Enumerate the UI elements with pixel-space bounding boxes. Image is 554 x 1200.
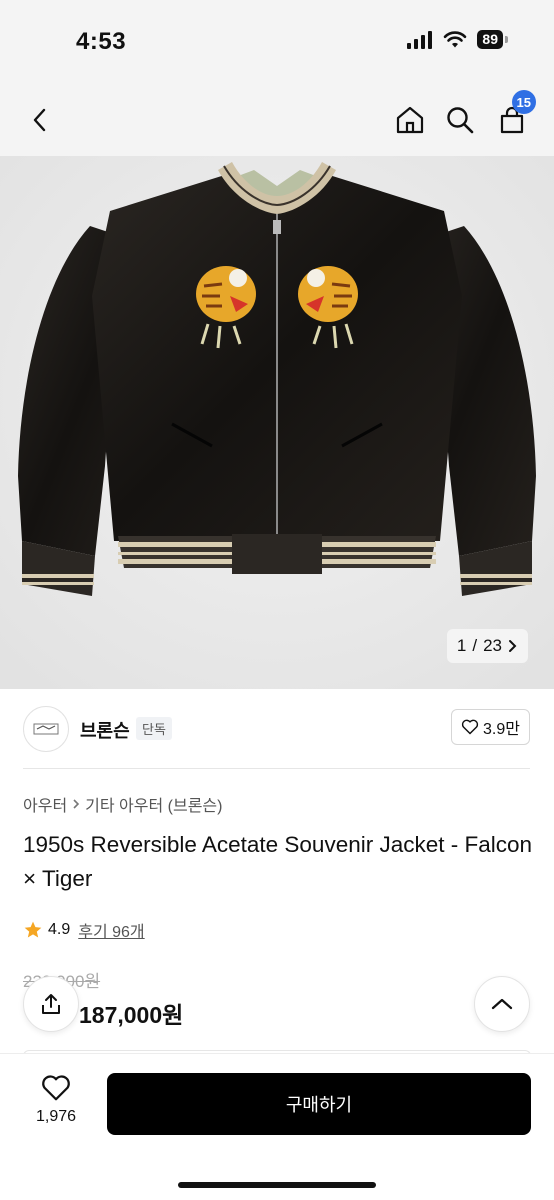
divider xyxy=(23,768,530,769)
image-separator: / xyxy=(472,636,478,655)
brand-like-count: 3.9만 xyxy=(483,721,520,738)
brand-logo[interactable] xyxy=(23,706,69,752)
home-button[interactable] xyxy=(392,102,428,138)
scroll-to-top-button[interactable] xyxy=(474,976,530,1032)
status-time: 4:53 xyxy=(76,28,127,55)
bottom-purchase-bar: 1,976 구매하기 xyxy=(0,1054,554,1200)
heart-icon xyxy=(42,1075,70,1101)
product-photo xyxy=(0,156,554,689)
image-index: 1 xyxy=(456,636,467,655)
product-title: 1950s Reversible Acetate Souvenir Jacket… xyxy=(23,832,533,891)
search-button[interactable] xyxy=(442,102,478,138)
review-count-link[interactable]: 후기 96개 xyxy=(78,918,144,942)
chevron-left-icon xyxy=(33,108,46,132)
brand-name[interactable]: 브론슨 xyxy=(80,717,130,743)
home-indicator xyxy=(178,1182,376,1188)
share-icon xyxy=(42,994,60,1014)
search-icon xyxy=(447,107,474,134)
chevron-up-icon xyxy=(491,998,513,1010)
exclusive-badge: 단독 xyxy=(136,717,172,740)
breadcrumb-category[interactable]: 아우터 xyxy=(23,792,67,816)
battery-icon: 89 xyxy=(477,30,508,49)
back-button[interactable] xyxy=(22,102,58,138)
status-icons: 89 xyxy=(407,30,508,49)
share-button[interactable] xyxy=(23,976,79,1032)
chevron-right-icon xyxy=(509,640,517,652)
rating-row: 4.9 후기 96개 xyxy=(23,918,145,942)
cart-count-badge: 15 xyxy=(511,90,536,114)
breadcrumb: 아우터 기타 아우터 (브론슨) xyxy=(23,792,222,816)
brand-row: 브론슨 단독 3.9만 xyxy=(0,689,554,769)
brand-like-button[interactable]: 3.9만 xyxy=(451,709,530,745)
battery-level: 89 xyxy=(477,30,503,49)
nav-bar: 15 xyxy=(0,84,554,156)
wishlist-button[interactable]: 1,976 xyxy=(26,1074,86,1126)
chevron-right-icon xyxy=(73,799,80,809)
home-icon xyxy=(396,106,424,134)
image-total: 23 xyxy=(483,636,502,655)
status-bar: 4:53 89 xyxy=(0,0,554,84)
cart-button[interactable]: 15 xyxy=(494,90,536,138)
buy-button[interactable]: 구매하기 xyxy=(107,1073,531,1135)
wishlist-count: 1,976 xyxy=(35,1108,77,1125)
image-counter[interactable]: 1 / 23 xyxy=(446,629,528,663)
rating-value: 4.9 xyxy=(48,921,71,938)
sale-price: 187,000원 xyxy=(79,1002,184,1028)
product-image-carousel[interactable]: 1 / 23 xyxy=(0,156,554,689)
signal-icon xyxy=(407,30,433,49)
breadcrumb-subcategory[interactable]: 기타 아우터 (브론슨) xyxy=(85,792,222,816)
heart-icon xyxy=(461,719,479,735)
brand-emblem-icon xyxy=(33,723,59,735)
star-icon xyxy=(24,921,42,938)
wifi-icon xyxy=(444,30,467,47)
